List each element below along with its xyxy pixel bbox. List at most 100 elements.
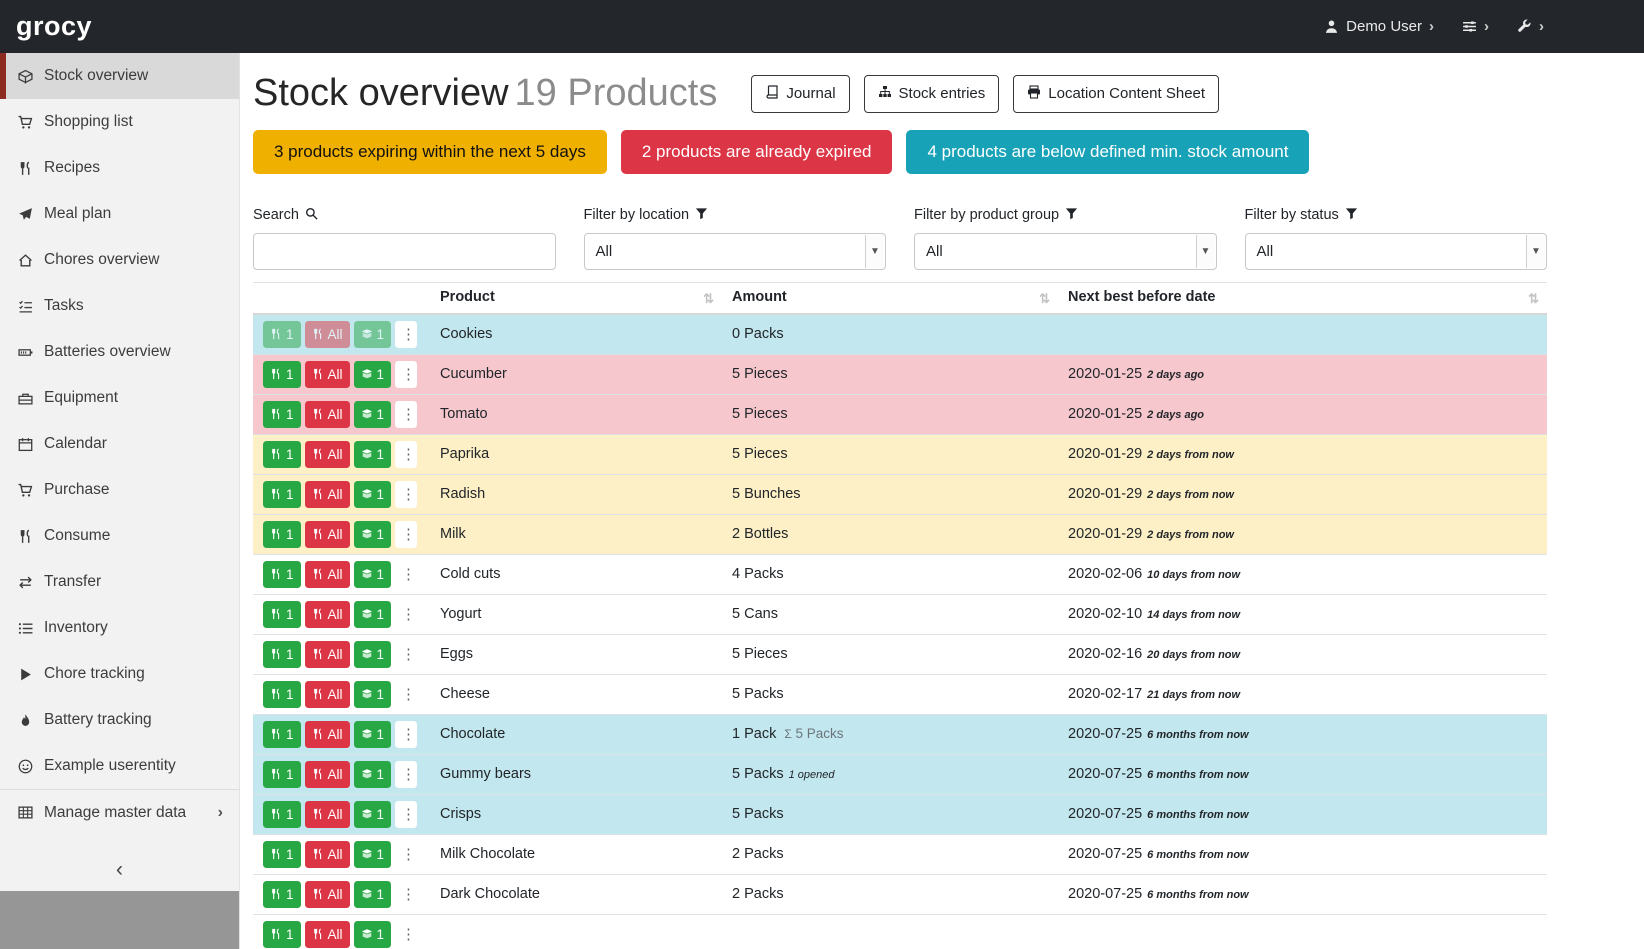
consume-all-button[interactable]: All (305, 401, 350, 428)
table-row[interactable]: 1 All 1 ⋮ Yogurt 5 Cans 2020-02-1014 day… (253, 594, 1547, 634)
table-row[interactable]: 1 All 1 ⋮ Cucumber 5 Pieces 2020-01-252 … (253, 354, 1547, 394)
product-name[interactable]: Gummy bears (430, 754, 722, 794)
sort-icon[interactable]: ⇅ (703, 291, 714, 307)
open-one-button[interactable]: 1 (354, 721, 392, 748)
open-one-button[interactable]: 1 (354, 521, 392, 548)
product-name[interactable]: Chocolate (430, 714, 722, 754)
open-one-button[interactable]: 1 (354, 481, 392, 508)
table-row[interactable]: 1 All 1 ⋮ Chocolate 1 PackΣ 5 Packs 2020… (253, 714, 1547, 754)
consume-all-button[interactable]: All (305, 801, 350, 828)
consume-all-button[interactable]: All (305, 881, 350, 908)
stock-entries-button[interactable]: Stock entries (864, 75, 1000, 113)
location-content-sheet-button[interactable]: Location Content Sheet (1013, 75, 1219, 113)
consume-all-button[interactable]: All (305, 361, 350, 388)
product-name[interactable]: Dark Chocolate (430, 874, 722, 914)
location-filter-select[interactable]: All ▼ (584, 233, 887, 270)
product-name[interactable]: Crisps (430, 794, 722, 834)
consume-one-button[interactable]: 1 (263, 441, 301, 468)
product-name[interactable] (430, 914, 722, 949)
sidebar-item-manage-master-data[interactable]: Manage master data › (0, 789, 239, 835)
product-name[interactable]: Paprika (430, 434, 722, 474)
row-menu-button[interactable]: ⋮ (395, 881, 417, 908)
consume-one-button[interactable]: 1 (263, 881, 301, 908)
table-row[interactable]: 1 All 1 ⋮ Milk 2 Bottles 2020-01-292 day… (253, 514, 1547, 554)
sidebar-item-meal-plan[interactable]: Meal plan (0, 191, 239, 237)
consume-all-button[interactable]: All (305, 921, 350, 948)
sidebar-item-chore-tracking[interactable]: Chore tracking (0, 651, 239, 697)
row-menu-button[interactable]: ⋮ (395, 841, 417, 868)
row-menu-button[interactable]: ⋮ (395, 321, 417, 348)
consume-one-button[interactable]: 1 (263, 321, 301, 348)
row-menu-button[interactable]: ⋮ (395, 521, 417, 548)
consume-one-button[interactable]: 1 (263, 641, 301, 668)
user-menu[interactable]: Demo User › (1324, 18, 1434, 35)
consume-one-button[interactable]: 1 (263, 801, 301, 828)
sidebar-item-batteries-overview[interactable]: Batteries overview (0, 329, 239, 375)
row-menu-button[interactable]: ⋮ (395, 801, 417, 828)
open-one-button[interactable]: 1 (354, 601, 392, 628)
consume-all-button[interactable]: All (305, 841, 350, 868)
consume-one-button[interactable]: 1 (263, 361, 301, 388)
sidebar-item-chores-overview[interactable]: Chores overview (0, 237, 239, 283)
consume-all-button[interactable]: All (305, 721, 350, 748)
open-one-button[interactable]: 1 (354, 321, 392, 348)
table-row[interactable]: 1 All 1 ⋮ Tomato 5 Pieces 2020-01-252 da… (253, 394, 1547, 434)
product-name[interactable]: Milk (430, 514, 722, 554)
sort-icon[interactable]: ⇅ (1528, 291, 1539, 307)
open-one-button[interactable]: 1 (354, 561, 392, 588)
row-menu-button[interactable]: ⋮ (395, 561, 417, 588)
sidebar-item-battery-tracking[interactable]: Battery tracking (0, 697, 239, 743)
open-one-button[interactable]: 1 (354, 841, 392, 868)
open-one-button[interactable]: 1 (354, 881, 392, 908)
table-row[interactable]: 1 All 1 ⋮ Milk Chocolate 2 Packs 2020-07… (253, 834, 1547, 874)
column-header-product[interactable]: Product ⇅ (430, 282, 722, 314)
product-name[interactable]: Eggs (430, 634, 722, 674)
table-row[interactable]: 1 All 1 ⋮ Cheese 5 Packs 2020-02-1721 da… (253, 674, 1547, 714)
consume-one-button[interactable]: 1 (263, 921, 301, 948)
consume-one-button[interactable]: 1 (263, 481, 301, 508)
product-name[interactable]: Cheese (430, 674, 722, 714)
consume-all-button[interactable]: All (305, 441, 350, 468)
row-menu-button[interactable]: ⋮ (395, 401, 417, 428)
sidebar-collapse-button[interactable]: ‹ (0, 849, 239, 891)
search-input[interactable] (253, 233, 556, 270)
open-one-button[interactable]: 1 (354, 681, 392, 708)
journal-button[interactable]: Journal (751, 75, 849, 113)
expiring-alert[interactable]: 3 products expiring within the next 5 da… (253, 130, 607, 174)
product-group-filter-select[interactable]: All ▼ (914, 233, 1217, 270)
sidebar-item-transfer[interactable]: Transfer (0, 559, 239, 605)
open-one-button[interactable]: 1 (354, 441, 392, 468)
sidebar-item-purchase[interactable]: Purchase (0, 467, 239, 513)
row-menu-button[interactable]: ⋮ (395, 441, 417, 468)
settings-menu[interactable]: › (1462, 18, 1489, 35)
sidebar-item-recipes[interactable]: Recipes (0, 145, 239, 191)
column-header-next-best-before-date[interactable]: Next best before date ⇅ (1058, 282, 1547, 314)
consume-one-button[interactable]: 1 (263, 841, 301, 868)
table-row[interactable]: 1 All 1 ⋮ (253, 914, 1547, 949)
consume-all-button[interactable]: All (305, 601, 350, 628)
row-menu-button[interactable]: ⋮ (395, 481, 417, 508)
product-name[interactable]: Yogurt (430, 594, 722, 634)
open-one-button[interactable]: 1 (354, 361, 392, 388)
table-row[interactable]: 1 All 1 ⋮ Dark Chocolate 2 Packs 2020-07… (253, 874, 1547, 914)
consume-one-button[interactable]: 1 (263, 521, 301, 548)
open-one-button[interactable]: 1 (354, 641, 392, 668)
consume-all-button[interactable]: All (305, 481, 350, 508)
sidebar-item-stock-overview[interactable]: Stock overview (0, 53, 239, 99)
table-row[interactable]: 1 All 1 ⋮ Cookies 0 Packs (253, 314, 1547, 355)
table-row[interactable]: 1 All 1 ⋮ Paprika 5 Pieces 2020-01-292 d… (253, 434, 1547, 474)
sort-icon[interactable]: ⇅ (1039, 291, 1050, 307)
row-menu-button[interactable]: ⋮ (395, 601, 417, 628)
consume-one-button[interactable]: 1 (263, 561, 301, 588)
row-menu-button[interactable]: ⋮ (395, 681, 417, 708)
open-one-button[interactable]: 1 (354, 801, 392, 828)
sidebar-item-consume[interactable]: Consume (0, 513, 239, 559)
product-name[interactable]: Cucumber (430, 354, 722, 394)
product-name[interactable]: Cold cuts (430, 554, 722, 594)
status-filter-select[interactable]: All ▼ (1245, 233, 1548, 270)
consume-all-button[interactable]: All (305, 521, 350, 548)
table-row[interactable]: 1 All 1 ⋮ Eggs 5 Pieces 2020-02-1620 day… (253, 634, 1547, 674)
open-one-button[interactable]: 1 (354, 761, 392, 788)
table-row[interactable]: 1 All 1 ⋮ Cold cuts 4 Packs 2020-02-0610… (253, 554, 1547, 594)
table-row[interactable]: 1 All 1 ⋮ Crisps 5 Packs 2020-07-256 mon… (253, 794, 1547, 834)
